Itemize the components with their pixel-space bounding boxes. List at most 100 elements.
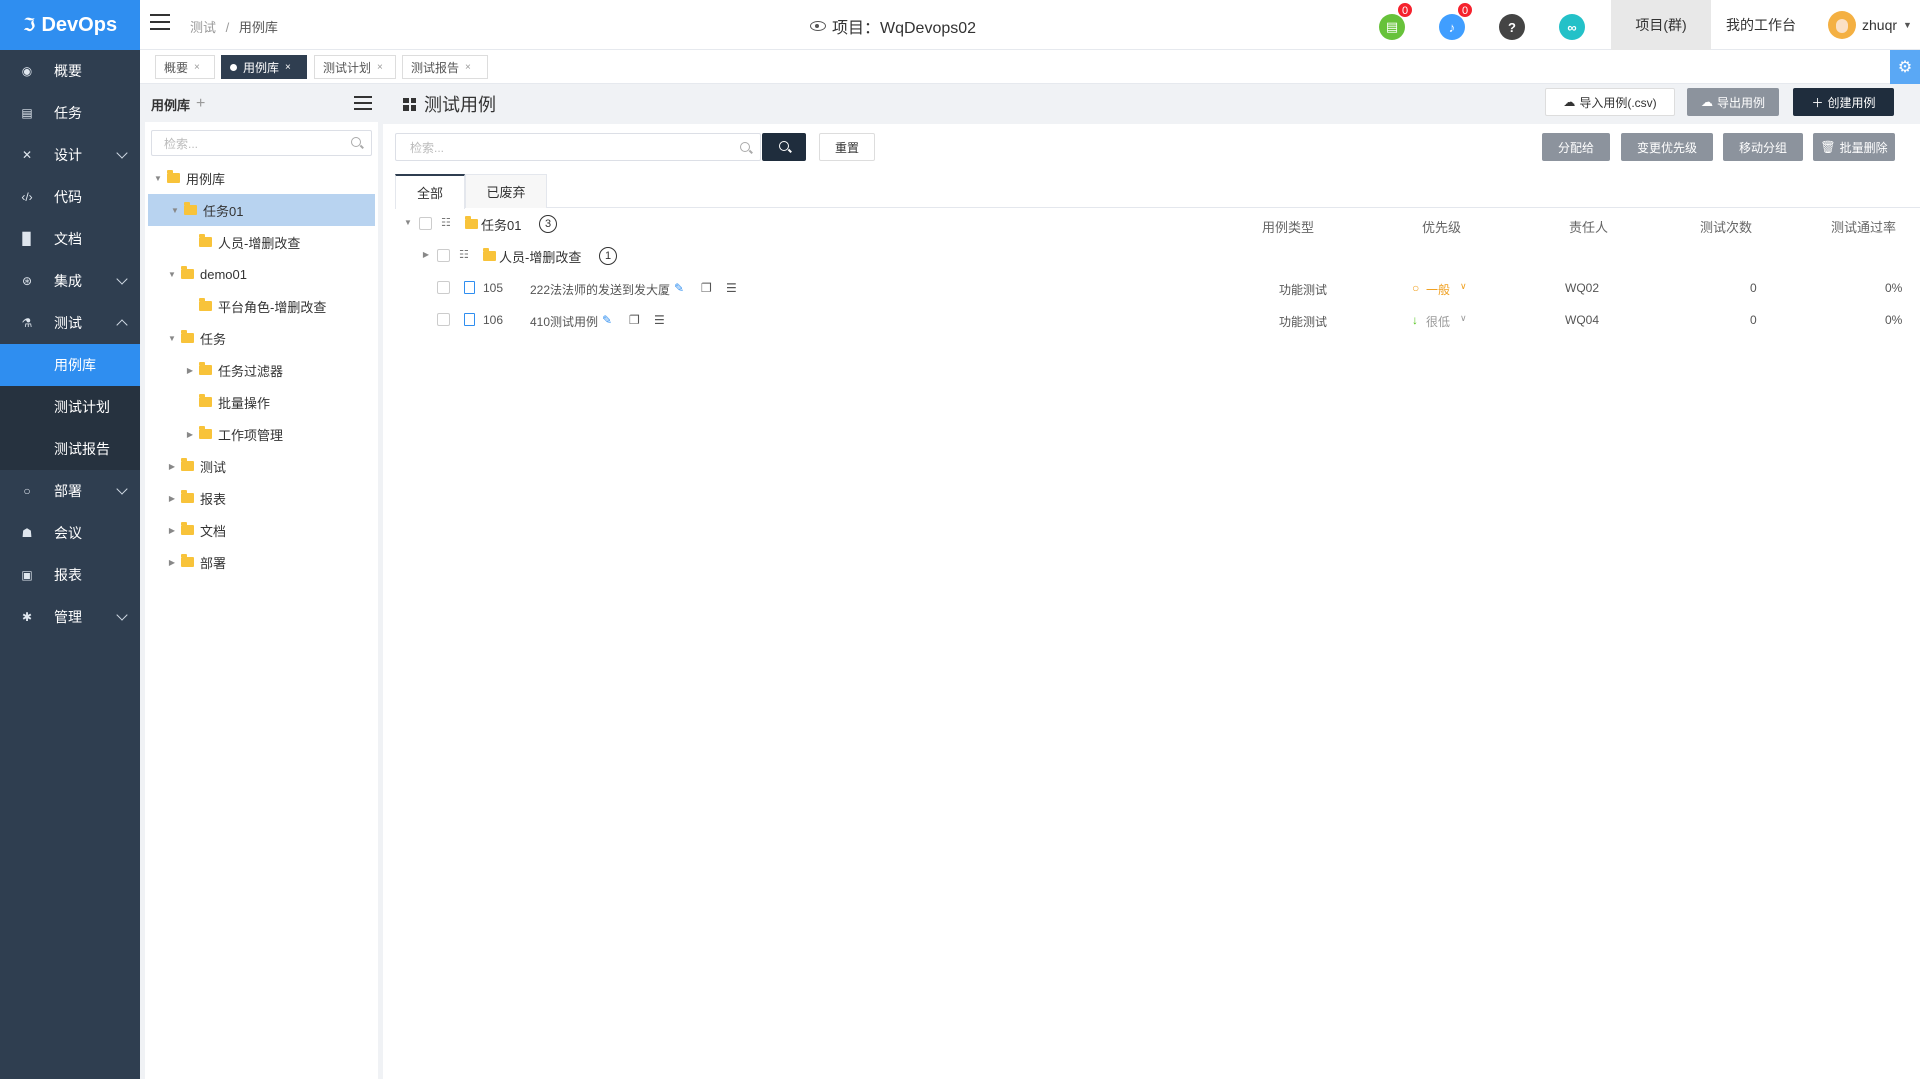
sidebar-item-admin[interactable]: ✱ 管理 (0, 596, 140, 638)
sidebar-item-deploy[interactable]: ○ 部署 (0, 470, 140, 512)
page-tab-test-report[interactable]: 测试报告 × (402, 55, 488, 79)
nav-project-group[interactable]: 项目(群) (1611, 0, 1711, 50)
create-case-button[interactable]: ＋创建用例 (1793, 88, 1894, 116)
tree-node-personnel-crud[interactable]: 人员-增删改查 (145, 226, 378, 258)
sidebar-item-meeting[interactable]: ☗ 会议 (0, 512, 140, 554)
task-list-button[interactable]: ▤ 0 (1379, 2, 1413, 40)
import-csv-button[interactable]: ☁ 导入用例(.csv) (1545, 88, 1675, 116)
sidebar-item-design[interactable]: ✕ 设计 (0, 134, 140, 176)
close-icon[interactable]: × (377, 62, 383, 73)
case-title[interactable]: 222法法师的发送到发大厦 (530, 281, 670, 298)
page-tab-strip: 概要 × 用例库 × 测试计划 × 测试报告 × ⚙ (140, 50, 1920, 84)
caret-right-icon[interactable]: ▶ (419, 250, 433, 259)
sidebar-sub-test-report[interactable]: 测试报告 (0, 428, 140, 470)
menu-toggle-icon[interactable] (150, 14, 170, 30)
tree-node-deploy[interactable]: ▶ 部署 (145, 546, 378, 578)
folder-icon (184, 202, 197, 215)
sidebar-item-overview[interactable]: ◉ 概要 (0, 50, 140, 92)
row-checkbox[interactable] (437, 281, 450, 294)
page-tab-overview[interactable]: 概要 × (155, 55, 215, 79)
sidebar-item-report[interactable]: ▣ 报表 (0, 554, 140, 596)
sidebar-item-test[interactable]: ⚗ 测试 (0, 302, 140, 344)
priority-select[interactable]: 一般 (1426, 281, 1450, 298)
tree-node-task[interactable]: ▼ 任务 (145, 322, 378, 354)
change-priority-button[interactable]: 变更优先级 (1621, 133, 1713, 161)
column-header-priority[interactable]: 优先级 (1422, 217, 1461, 236)
group-row-personnel-crud[interactable]: ▶ ☷ 人员-增删改查 1 (383, 240, 1920, 272)
tree-node-task01[interactable]: ▼ 任务01 (148, 194, 375, 226)
tree-node-batch-ops[interactable]: 批量操作 (145, 386, 378, 418)
tree-node-work-item-mgmt[interactable]: ▶ 工作项管理 (145, 418, 378, 450)
chevron-down-icon[interactable]: ∨ (1460, 281, 1467, 292)
tree-node-test[interactable]: ▶ 测试 (145, 450, 378, 482)
nav-my-workspace[interactable]: 我的工作台 (1711, 0, 1811, 50)
sidebar-item-tasks[interactable]: ▤ 任务 (0, 92, 140, 134)
column-header-owner[interactable]: 责任人 (1569, 217, 1608, 236)
add-icon[interactable]: + (196, 95, 205, 113)
table-row[interactable]: 106 410测试用例 ✎ ❐ ☰ 功能测试 ↓ 很低 ∨ WQ04 0 0% (383, 304, 1920, 336)
column-header-runs[interactable]: 测试次数 (1700, 217, 1752, 236)
settings-gear-icon[interactable]: ⚙ (1890, 50, 1920, 84)
tree-menu-icon[interactable] (354, 96, 372, 110)
move-group-button[interactable]: 移动分组 (1723, 133, 1803, 161)
sidebar-sub-test-plan[interactable]: 测试计划 (0, 386, 140, 428)
close-icon[interactable]: × (194, 62, 200, 73)
steps-icon[interactable]: ☰ (654, 313, 665, 327)
case-title[interactable]: 410测试用例 (530, 313, 598, 330)
priority-select[interactable]: 很低 (1426, 313, 1450, 330)
edit-icon[interactable]: ✎ (674, 281, 684, 295)
row-checkbox[interactable] (437, 313, 450, 326)
column-header-type[interactable]: 用例类型 (1262, 217, 1314, 236)
username: zhuqr (1862, 17, 1898, 33)
group-checkbox[interactable] (419, 217, 432, 230)
case-search-input[interactable]: 检索... (395, 133, 761, 161)
group-row-task01[interactable]: ▼ ☷ 任务01 3 用例类型 优先级 责任人 测试次数 测试通过率 (383, 208, 1920, 240)
tree-node-docs[interactable]: ▶ 文档 (145, 514, 378, 546)
batch-delete-button[interactable]: 🗑 批量删除 (1813, 133, 1895, 161)
caret-right-icon: ▶ (168, 557, 176, 567)
export-button[interactable]: ☁ 导出用例 (1687, 88, 1779, 116)
sidebar-item-integration[interactable]: ⊛ 集成 (0, 260, 140, 302)
bell-icon: ♪ (1448, 19, 1456, 35)
reset-button[interactable]: 重置 (819, 133, 875, 161)
assign-button[interactable]: 分配给 (1542, 133, 1610, 161)
tree-node-task-filter[interactable]: ▶ 任务过滤器 (145, 354, 378, 386)
tab-deprecated[interactable]: 已废弃 (465, 174, 547, 208)
folder-icon (199, 426, 212, 439)
notifications-button[interactable]: ♪ 0 (1439, 2, 1473, 40)
search-button[interactable] (762, 133, 806, 161)
group-checkbox[interactable] (437, 249, 450, 262)
breadcrumb-item-test[interactable]: 测试 (190, 20, 216, 35)
edit-icon[interactable]: ✎ (602, 313, 612, 327)
table-row[interactable]: 105 222法法师的发送到发大厦 ✎ ❐ ☰ 功能测试 ○ 一般 ∨ WQ02… (383, 272, 1920, 304)
column-header-pass-rate[interactable]: 测试通过率 (1831, 217, 1896, 236)
page-tab-case-library[interactable]: 用例库 × (221, 55, 307, 79)
tree-search-input[interactable]: 检索... (151, 130, 372, 156)
caret-down-icon[interactable]: ▼ (401, 218, 415, 227)
chevron-down-icon[interactable]: ∨ (1460, 313, 1467, 324)
code-icon: ‹/› (21, 190, 33, 204)
sidebar-item-code[interactable]: ‹/› 代码 (0, 176, 140, 218)
tree-node-demo01[interactable]: ▼ demo01 (145, 258, 378, 290)
help-button[interactable]: ? (1499, 14, 1525, 40)
copy-icon[interactable]: ❐ (701, 281, 712, 295)
document-icon: ▉ (22, 232, 32, 246)
steps-icon[interactable]: ☰ (726, 281, 737, 295)
tree-node-platform-role-crud[interactable]: 平台角色-增删改查 (145, 290, 378, 322)
case-pass-rate: 0% (1885, 313, 1903, 327)
close-icon[interactable]: × (285, 62, 291, 73)
close-icon[interactable]: × (465, 62, 471, 73)
page-tab-test-plan[interactable]: 测试计划 × (314, 55, 396, 79)
breadcrumb: 测试 / 用例库 (190, 17, 278, 36)
sidebar-item-docs[interactable]: ▉ 文档 (0, 218, 140, 260)
folder-icon (199, 362, 212, 375)
copy-icon[interactable]: ❐ (629, 313, 640, 327)
link-button[interactable]: ∞ (1559, 14, 1585, 40)
sidebar-sub-case-library[interactable]: 用例库 (0, 344, 140, 386)
tree-node-report[interactable]: ▶ 报表 (145, 482, 378, 514)
tab-all[interactable]: 全部 (395, 174, 465, 209)
devops-logo-icon: ℑ (22, 14, 36, 35)
app-logo[interactable]: ℑ DevOps (0, 0, 140, 50)
user-menu[interactable]: zhuqr ▼ (1820, 0, 1920, 50)
tree-node-root[interactable]: ▼ 用例库 (145, 162, 378, 194)
